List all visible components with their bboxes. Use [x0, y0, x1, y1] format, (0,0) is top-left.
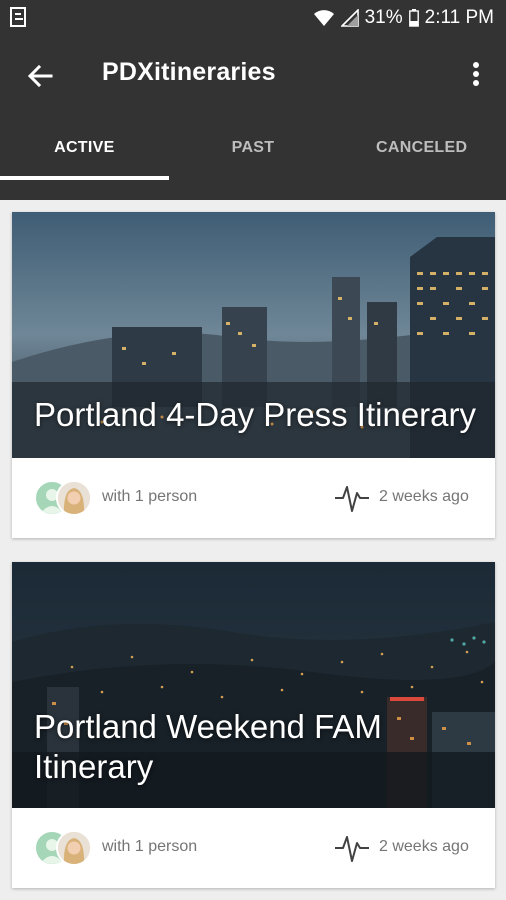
- battery-icon: [408, 9, 419, 27]
- app-bar: PDXitineraries: [0, 36, 506, 114]
- tab-canceled[interactable]: CANCELED: [337, 114, 506, 200]
- updated-text: 2 weeks ago: [379, 488, 469, 505]
- notification-icon: [10, 7, 26, 27]
- back-arrow-icon[interactable]: [22, 58, 58, 94]
- avatar: [56, 480, 92, 516]
- tab-active[interactable]: ACTIVE: [0, 114, 169, 200]
- battery-level: 31%: [364, 7, 403, 28]
- more-vert-icon[interactable]: [464, 58, 488, 94]
- itinerary-image: Portland 4-Day Press Itinerary: [12, 212, 495, 458]
- participants-text: with 1 person: [102, 488, 198, 505]
- itinerary-footer: with 1 person 2 weeks ago: [12, 808, 495, 888]
- app-title: PDXitineraries: [102, 58, 276, 86]
- tab-indicator: [0, 176, 169, 180]
- itinerary-footer: with 1 person 2 weeks ago: [12, 458, 495, 538]
- updated-text: 2 weeks ago: [379, 838, 469, 855]
- itinerary-title: Portland 4-Day Press Itinerary: [34, 396, 477, 433]
- participants-text: with 1 person: [102, 838, 198, 855]
- itinerary-card[interactable]: Portland Weekend FAM Itinerary with 1 pe…: [12, 562, 495, 888]
- itinerary-title: Portland Weekend FAM Itinerary: [34, 708, 382, 785]
- activity-pulse-icon: [335, 486, 369, 512]
- avatar: [56, 830, 92, 866]
- participant-avatars: [34, 830, 94, 866]
- signal-icon: [340, 9, 359, 27]
- itinerary-image: Portland Weekend FAM Itinerary: [12, 562, 495, 808]
- clock: 2:11 PM: [424, 7, 494, 28]
- tab-past[interactable]: PAST: [169, 114, 338, 200]
- activity-pulse-icon: [335, 836, 369, 862]
- tab-bar: ACTIVE PAST CANCELED: [0, 114, 506, 200]
- wifi-icon: [313, 10, 334, 26]
- itinerary-card[interactable]: Portland 4-Day Press Itinerary with 1 pe…: [12, 212, 495, 538]
- participant-avatars: [34, 480, 94, 516]
- status-bar: 31% 2:11 PM: [0, 0, 506, 36]
